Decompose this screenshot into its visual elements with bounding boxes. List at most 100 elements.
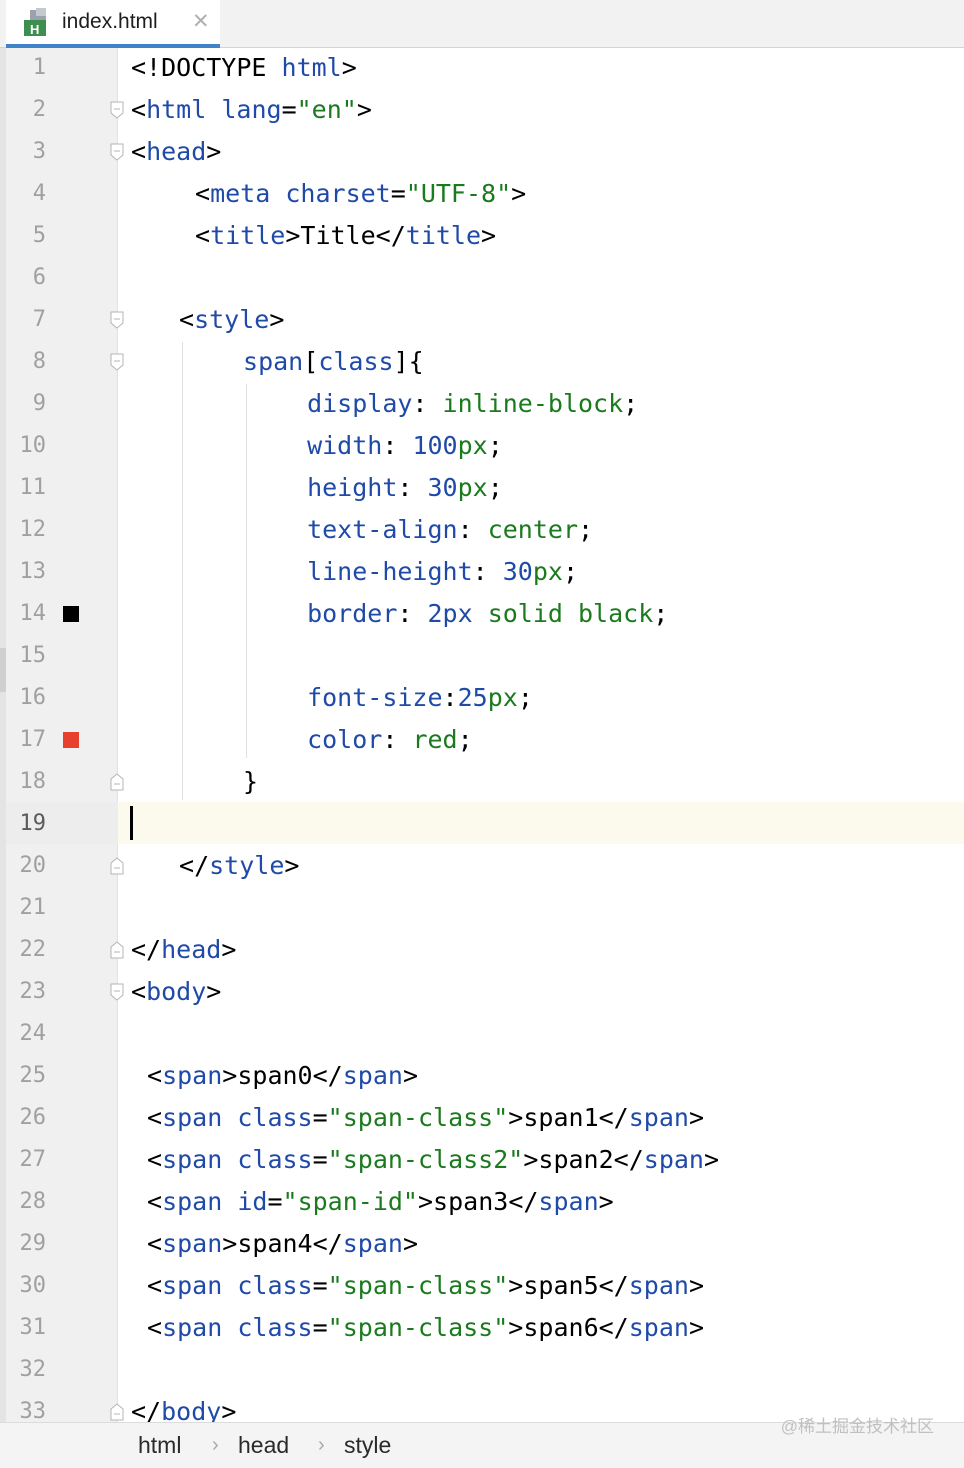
code-line[interactable]: 13 line-height: 30px; [0, 552, 964, 594]
code-line[interactable]: 20 </style> [0, 846, 964, 888]
code-token: px [457, 431, 488, 460]
code-line[interactable]: 26 <span class="span-class">span1</span> [0, 1098, 964, 1140]
line-number: 5 [32, 223, 46, 248]
color-swatch-icon[interactable] [63, 606, 79, 622]
code-text[interactable]: </head> [131, 930, 236, 970]
code-line[interactable]: 5 <title>Title</title> [0, 216, 964, 258]
code-text[interactable]: <style> [179, 300, 284, 340]
code-text[interactable]: <span>span4</span> [147, 1224, 418, 1264]
code-token: <!DOCTYPE [131, 53, 282, 82]
code-token: center [487, 515, 578, 544]
code-text[interactable]: <title>Title</title> [195, 216, 496, 256]
code-token: span [628, 1313, 689, 1342]
code-line[interactable]: 7 <style> [0, 300, 964, 342]
code-token: > [598, 1187, 614, 1216]
code-text[interactable]: <span class="span-class">span6</span> [147, 1308, 704, 1348]
code-line[interactable]: 22 </head> [0, 930, 964, 972]
code-text[interactable]: height: 30px; [307, 468, 503, 508]
code-token: : [472, 557, 503, 586]
code-line[interactable]: 31 <span class="span-class">span6</span> [0, 1308, 964, 1350]
line-number: 28 [19, 1189, 47, 1214]
code-text[interactable]: font-size:25px; [307, 678, 533, 718]
code-token: text-align [307, 515, 458, 544]
breadcrumb-item-style[interactable]: style [344, 1431, 391, 1459]
fold-open-icon[interactable] [110, 353, 124, 371]
breadcrumb-item-html[interactable]: html [138, 1431, 181, 1459]
code-line[interactable]: 24 [0, 1014, 964, 1056]
code-text[interactable]: <span class="span-class2">span2</span> [147, 1140, 719, 1180]
code-text[interactable]: </style> [179, 846, 299, 886]
code-line[interactable]: 14 border: 2px solid black; [0, 594, 964, 636]
code-line[interactable]: 10 width: 100px; [0, 426, 964, 468]
code-token: span [628, 1271, 689, 1300]
fold-open-icon[interactable] [110, 311, 124, 329]
code-line[interactable]: 12 text-align: center; [0, 510, 964, 552]
code-token: head [161, 935, 222, 964]
code-line[interactable]: 29 <span>span4</span> [0, 1224, 964, 1266]
code-text[interactable]: <span class="span-class">span5</span> [147, 1266, 704, 1306]
line-number: 19 [19, 811, 47, 836]
code-line[interactable]: 15 [0, 636, 964, 678]
code-line[interactable]: 2 <html lang="en"> [0, 90, 964, 132]
fold-open-icon[interactable] [110, 101, 124, 119]
code-token: < [147, 1313, 163, 1342]
code-line[interactable]: 11 height: 30px; [0, 468, 964, 510]
code-token: body [146, 977, 207, 1006]
code-line[interactable]: 1 <!DOCTYPE html> [0, 48, 964, 90]
code-text[interactable]: width: 100px; [307, 426, 503, 466]
code-token: style [194, 305, 270, 334]
code-text[interactable]: color: red; [307, 720, 473, 760]
code-text[interactable]: <span id="span-id">span3</span> [147, 1182, 614, 1222]
fold-close-icon[interactable] [110, 857, 124, 875]
code-line[interactable]: 32 [0, 1350, 964, 1392]
code-text[interactable]: span[class]{ [243, 342, 424, 382]
fold-open-icon[interactable] [110, 143, 124, 161]
code-text[interactable]: <head> [131, 132, 221, 172]
line-number: 24 [19, 1021, 47, 1046]
code-token: span [243, 347, 304, 376]
code-token: html [146, 95, 207, 124]
code-text[interactable]: <body> [131, 972, 221, 1012]
fold-close-icon[interactable] [110, 941, 124, 959]
code-line[interactable]: 4 <meta charset="UTF-8"> [0, 174, 964, 216]
code-text[interactable]: <span>span0</span> [147, 1056, 418, 1096]
code-text[interactable]: <!DOCTYPE html> [131, 48, 357, 88]
code-line[interactable]: 25 <span>span0</span> [0, 1056, 964, 1098]
code-text[interactable]: <html lang="en"> [131, 90, 372, 130]
code-line[interactable]: 18} [0, 762, 964, 804]
code-token: span [162, 1103, 223, 1132]
tab-index-html[interactable]: H index.html ✕ [6, 0, 220, 48]
code-line[interactable]: 17 color: red; [0, 720, 964, 762]
breadcrumb-item-head[interactable]: head [238, 1431, 289, 1459]
code-text[interactable]: <meta charset="UTF-8"> [195, 174, 526, 214]
code-line[interactable]: 9 display: inline-block; [0, 384, 964, 426]
code-line[interactable]: 21 [0, 888, 964, 930]
fold-close-icon[interactable] [110, 1403, 124, 1421]
code-line[interactable]: 19 [0, 804, 964, 846]
code-line[interactable]: 6 [0, 258, 964, 300]
code-text[interactable]: border: 2px solid black; [307, 594, 668, 634]
code-token: > [402, 1061, 418, 1090]
fold-close-icon[interactable] [110, 773, 124, 791]
code-line[interactable]: 16 font-size:25px; [0, 678, 964, 720]
code-line[interactable]: 28 <span id="span-id">span3</span> [0, 1182, 964, 1224]
code-text[interactable]: text-align: center; [307, 510, 593, 550]
code-line[interactable]: 8 span[class]{ [0, 342, 964, 384]
code-text[interactable]: line-height: 30px; [307, 552, 578, 592]
code-text[interactable]: <span class="span-class">span1</span> [147, 1098, 704, 1138]
code-line[interactable]: 27 <span class="span-class2">span2</span> [0, 1140, 964, 1182]
code-line[interactable]: 3 <head> [0, 132, 964, 174]
code-line[interactable]: 23 <body> [0, 972, 964, 1014]
code-token: > [402, 1229, 418, 1258]
code-text[interactable]: display: inline-block; [307, 384, 638, 424]
code-text[interactable]: } [243, 762, 258, 802]
fold-open-icon[interactable] [110, 983, 124, 1001]
line-number: 32 [19, 1357, 47, 1382]
code-line[interactable]: 30 <span class="span-class">span5</span> [0, 1266, 964, 1308]
close-icon[interactable]: ✕ [192, 9, 210, 35]
color-swatch-icon[interactable] [63, 732, 79, 748]
line-number: 22 [19, 937, 47, 962]
